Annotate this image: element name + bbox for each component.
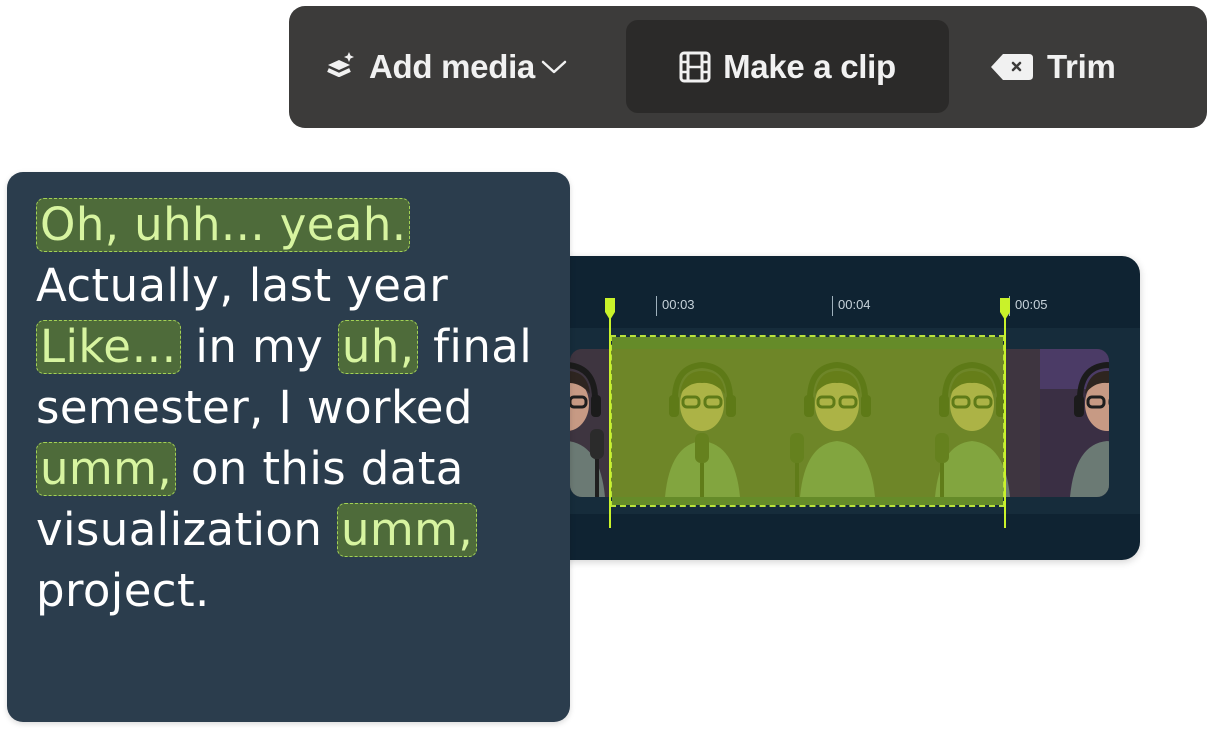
transcript-text: visualization [36, 503, 337, 556]
transcript-line: Actually, last year [36, 258, 448, 313]
clip-start-handle[interactable] [609, 304, 611, 528]
transcript-panel: Oh, uhh... yeah. Actually, last year Lik… [7, 172, 570, 722]
transcript-line: visualization umm, [36, 502, 478, 557]
trim-label: Trim [1047, 47, 1116, 85]
clip-start-handle-cap[interactable] [605, 298, 615, 320]
transcript-text: semester, I worked [36, 381, 473, 434]
transcript-line: Oh, uhh... yeah. [36, 197, 411, 252]
add-media-label: Add media [369, 47, 535, 85]
video-frame-thumbnail [1040, 349, 1109, 497]
make-clip-button[interactable]: Make a clip [626, 20, 949, 113]
transcript-text: on this data [176, 442, 464, 495]
transcript-line: Like… in my uh, final [36, 319, 532, 374]
timecode-tick: 00:04 [832, 296, 871, 316]
transcript-line: umm, on this data [36, 441, 464, 496]
clip-end-handle-cap[interactable] [1000, 298, 1010, 320]
timeline-panel: 00:03 00:04 00:05 [540, 256, 1140, 560]
transcript-text: project. [36, 564, 210, 617]
make-clip-label: Make a clip [723, 47, 896, 85]
film-icon [679, 51, 711, 83]
filler-word-highlight[interactable]: Oh, uhh... yeah. [36, 198, 411, 252]
editor-toolbar: Add media Make a clip Trim [289, 6, 1207, 128]
clip-selection-outline [610, 335, 1005, 507]
chevron-down-icon[interactable] [541, 59, 567, 75]
trim-button[interactable]: Trim [989, 20, 1189, 113]
transcript-line: semester, I worked [36, 380, 473, 435]
transcript-text: in my [180, 320, 338, 373]
filler-word-highlight[interactable]: Like… [36, 320, 181, 374]
clip-end-handle[interactable] [1004, 304, 1006, 528]
filler-word-highlight[interactable]: umm, [36, 442, 177, 496]
add-media-button[interactable]: Add media [325, 20, 615, 113]
transcript-text: final [418, 320, 533, 373]
timecode-tick: 00:05 [1009, 296, 1048, 316]
layers-sparkle-icon [325, 50, 357, 84]
filler-word-highlight[interactable]: uh, [337, 320, 419, 374]
transcript-line: project. [36, 563, 210, 618]
timecode-tick: 00:03 [656, 296, 695, 316]
filler-word-highlight[interactable]: umm, [336, 503, 478, 557]
backspace-icon [989, 52, 1035, 82]
transcript-text: Actually, last year [36, 259, 449, 312]
